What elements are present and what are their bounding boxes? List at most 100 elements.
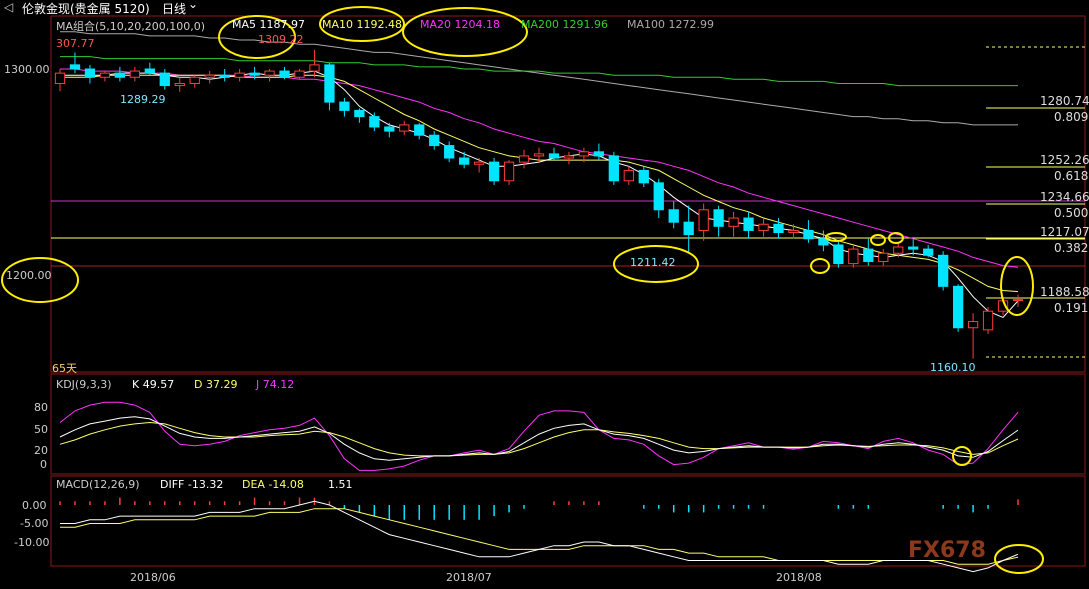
macd-value-label: 1.51 (328, 478, 353, 491)
current-price-label: 1188.58 (1040, 285, 1089, 299)
candle-body (384, 126, 395, 132)
candle-body (399, 124, 410, 132)
watermark-logo: FX678 (908, 538, 986, 563)
ytick-1200: 1200.00 (6, 269, 52, 282)
candle-body (743, 217, 754, 231)
candle-body (893, 246, 904, 254)
candle-body (848, 248, 859, 265)
candle-body (84, 68, 96, 78)
candle-body (339, 101, 350, 111)
ma200-label: MA200 1291.96 (521, 18, 608, 31)
kdj-j-label: J 74.12 (256, 378, 295, 391)
low-price-label-3: 1160.10 (930, 361, 976, 374)
kdj-ytick-50: 50 (34, 423, 48, 436)
candle-body (1012, 299, 1024, 302)
fib-ratio-0809: 0.809 (1054, 110, 1089, 124)
days-label: 65天 (52, 362, 77, 375)
candle-body (488, 161, 500, 182)
candle-body (758, 223, 769, 231)
candle-body (638, 169, 649, 184)
xaxis-label-jul: 2018/07 (446, 571, 492, 584)
candle-body (279, 70, 290, 78)
macd-ytick-0: 0.00 (22, 499, 47, 512)
kdj-ytick-0: 0 (40, 458, 47, 471)
fib-price-0382: 1217.07 (1040, 225, 1089, 239)
candle-body (533, 153, 545, 157)
chart-canvas (1, 6, 1086, 574)
candle-body (683, 221, 694, 236)
kdj-k-line (59, 416, 1019, 461)
candle-body (518, 155, 530, 163)
fib-price-0500: 1234.66 (1040, 190, 1089, 204)
ma5-line (60, 70, 1019, 318)
candle-body (114, 72, 126, 78)
candle-body (189, 76, 200, 84)
low-price-label-2: 1211.42 (630, 256, 676, 269)
candle-body (294, 70, 305, 78)
candle-body (369, 116, 380, 128)
candle-body (309, 64, 320, 72)
kdj-j-line (59, 401, 1019, 471)
candle-body (608, 155, 619, 182)
ma10-label: MA10 1192.48 (322, 18, 402, 31)
candle-body (234, 72, 245, 78)
candle-body (354, 109, 365, 118)
macd-dea-label: DEA -14.08 (242, 478, 304, 491)
candle-body (144, 68, 155, 74)
fib-price-0809: 1280.74 (1040, 94, 1089, 108)
candle-body (159, 72, 170, 87)
candle-body (174, 82, 185, 87)
ma100-label: MA100 1272.99 (627, 18, 714, 31)
ma200-line (60, 56, 1018, 87)
macd-ytick-5: -5.00 (20, 517, 49, 530)
annotation-circle-ma20 (402, 7, 528, 57)
candle-body (578, 151, 590, 157)
candle-body (967, 321, 979, 329)
kdj-d-label: D 37.29 (194, 378, 238, 391)
kdj-ytick-20: 20 (34, 444, 48, 457)
candle-body (593, 151, 605, 157)
candle-body (923, 248, 934, 256)
fib-ratio-0500: 0.500 (1054, 206, 1089, 220)
ma-group-label[interactable]: MA组合(5,10,20,200,100,0) (56, 18, 205, 34)
candle-body (952, 285, 964, 329)
candle-body (429, 134, 440, 147)
macd-diff-label: DIFF -13.32 (160, 478, 224, 491)
price-panel-frame (50, 15, 1086, 373)
fib-ratio-0382: 0.382 (1054, 241, 1089, 255)
candle-body (219, 74, 230, 78)
candle-body (773, 223, 784, 234)
candle-body (623, 169, 634, 182)
low-price-label-1: 1289.29 (120, 93, 166, 106)
ytick-1300: 1300.00 (4, 63, 50, 76)
kdj-title[interactable]: KDJ(9,3,3) (56, 378, 112, 391)
ma20-label: MA20 1204.18 (420, 18, 500, 31)
candle-body (833, 244, 844, 265)
candle-body (503, 161, 515, 182)
kdj-ytick-80: 80 (34, 401, 48, 414)
candle-body (249, 72, 260, 76)
candle-body (788, 229, 799, 234)
candle-body (653, 182, 664, 211)
candle-body (938, 254, 949, 287)
candle-body (444, 145, 455, 159)
candle-body (713, 209, 724, 227)
macd-diff-line (60, 500, 1019, 573)
candle-body (204, 74, 215, 78)
candle-body (69, 64, 81, 70)
candle-body (264, 70, 275, 76)
candle-body (908, 246, 919, 250)
candle-body (803, 229, 814, 240)
top-price-label: 307.77 (56, 37, 95, 50)
macd-title[interactable]: MACD(12,26,9) (56, 478, 140, 491)
candle-body (563, 155, 575, 159)
candle-body (668, 209, 679, 223)
fib-ratio-0618: 0.618 (1054, 169, 1089, 183)
fib-price-0618: 1252.26 (1040, 153, 1089, 167)
xaxis-label-aug: 2018/08 (776, 571, 822, 584)
candle-body (129, 70, 140, 78)
ma5-label: MA5 1187.97 (232, 18, 305, 31)
kdj-k-label: K 49.57 (132, 378, 175, 391)
candle-body (473, 161, 485, 165)
annotation-circle-small-3 (870, 234, 886, 246)
